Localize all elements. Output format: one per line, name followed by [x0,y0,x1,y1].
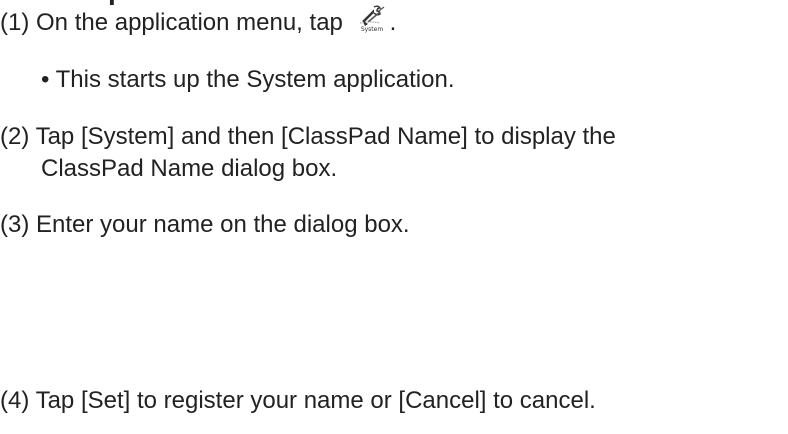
section-heading-clipped: p [0,0,788,4]
step-1: (1) On the application menu, tap System … [0,3,397,40]
system-app-icon: System [354,3,390,33]
step-2-text: Tap [System] and then [ClassPad Name] to… [35,123,616,150]
step-4-text: Tap [Set] to register your name or [Canc… [35,387,596,414]
step-1-number: (1) [0,9,30,36]
system-app-icon-caption: System [360,26,383,33]
step-4-number: (4) [0,387,30,414]
manual-page: p (1) On the application menu, tap Syste… [0,0,788,434]
step-3-number: (3) [0,211,30,238]
section-heading: p [108,0,125,4]
step-2-continuation: ClassPad Name dialog box. [41,155,338,182]
step-1-note: • This starts up the System application. [41,66,455,93]
step-3-text: Enter your name on the dialog box. [36,211,410,238]
step-2: (2) Tap [System] and then [ClassPad Name… [0,120,616,154]
step-2-number: (2) [0,123,30,150]
step-3: (3) Enter your name on the dialog box. [0,208,410,242]
step-1-text: On the application menu, tap [36,9,343,36]
step-4: (4) Tap [Set] to register your name or [… [0,384,596,418]
step-1-period: . [389,9,397,36]
